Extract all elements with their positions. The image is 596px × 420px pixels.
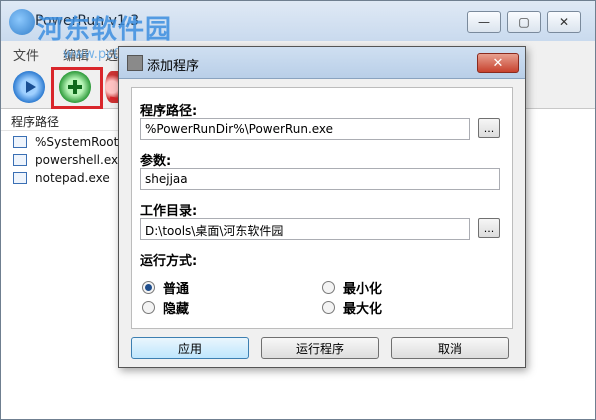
radio-minimize[interactable]: 最小化	[322, 278, 382, 297]
add-button-highlight	[51, 67, 103, 109]
radio-minimize-label: 最小化	[343, 282, 383, 297]
minimize-button[interactable]: —	[467, 11, 501, 33]
dialog-title: 添加程序	[147, 59, 200, 74]
radio-maximize[interactable]: 最大化	[322, 298, 382, 317]
params-field[interactable]: shejjaa	[140, 168, 500, 190]
dialog-close-button[interactable]: ✕	[477, 53, 519, 73]
run-gear-icon[interactable]	[13, 71, 45, 103]
radio-unchecked-icon	[322, 281, 335, 294]
workdir-browse-button[interactable]: ...	[478, 218, 500, 238]
dialog-titlebar: 添加程序 ✕	[119, 47, 525, 79]
close-icon: ✕	[492, 55, 504, 71]
radio-checked-icon	[142, 281, 155, 294]
close-icon: ✕	[558, 15, 570, 29]
workdir-field[interactable]: D:\tools\桌面\河东软件园	[140, 218, 470, 240]
add-program-dialog: 添加程序 ✕ 程序路径: %PowerRunDir%\PowerRun.exe …	[118, 46, 526, 368]
cancel-button[interactable]: 取消	[391, 337, 509, 359]
maximize-icon: ▢	[518, 15, 530, 29]
close-button[interactable]: ✕	[547, 11, 581, 33]
radio-normal[interactable]: 普通	[142, 278, 189, 297]
run-mode-label: 运行方式:	[140, 254, 198, 269]
list-item-label: %SystemRoot%	[35, 135, 121, 149]
app-icon	[127, 55, 143, 71]
watermark-site-name: 河东软件园	[37, 15, 173, 45]
list-header-path[interactable]: 程序路径	[1, 109, 119, 131]
list-item[interactable]: notepad.exe	[13, 169, 121, 187]
file-icon	[13, 172, 27, 184]
list-item-label: notepad.exe	[35, 171, 110, 185]
run-program-button[interactable]: 运行程序	[261, 337, 379, 359]
apply-button[interactable]: 应用	[131, 337, 249, 359]
watermark-logo	[9, 9, 35, 35]
radio-normal-label: 普通	[163, 282, 190, 297]
maximize-button[interactable]: ▢	[507, 11, 541, 33]
file-icon	[13, 154, 27, 166]
file-icon	[13, 136, 27, 148]
minimize-icon: —	[478, 15, 490, 29]
radio-hidden-label: 隐藏	[163, 302, 190, 317]
radio-maximize-label: 最大化	[343, 302, 383, 317]
list-item-label: powershell.exe	[35, 153, 121, 167]
program-path-browse-button[interactable]: ...	[478, 118, 500, 138]
program-path-field[interactable]: %PowerRunDir%\PowerRun.exe	[140, 118, 470, 140]
workdir-label: 工作目录:	[140, 204, 198, 219]
radio-unchecked-icon	[142, 301, 155, 314]
menu-file[interactable]: 文件	[13, 45, 39, 64]
dialog-form-panel: 程序路径: %PowerRunDir%\PowerRun.exe ... 参数:…	[131, 87, 513, 329]
program-path-label: 程序路径:	[140, 104, 198, 119]
params-label: 参数:	[140, 154, 172, 169]
list-item[interactable]: %SystemRoot%	[13, 133, 121, 151]
list-item[interactable]: powershell.exe	[13, 151, 121, 169]
radio-hidden[interactable]: 隐藏	[142, 298, 189, 317]
radio-unchecked-icon	[322, 301, 335, 314]
